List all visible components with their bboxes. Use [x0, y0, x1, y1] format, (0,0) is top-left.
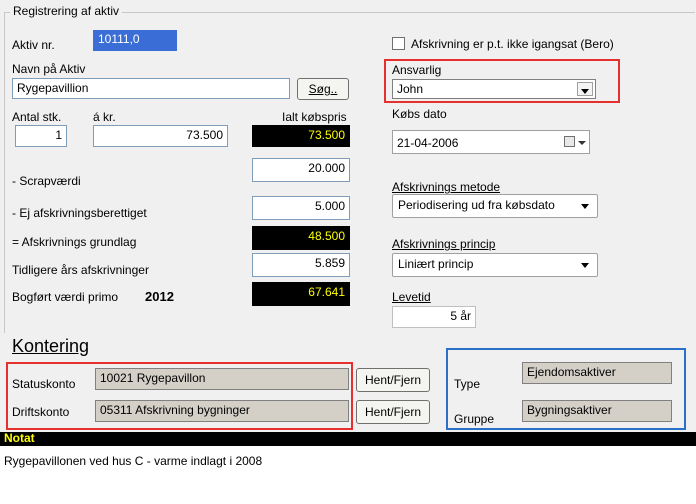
prior-depreciation-label: Tidligere års afskrivninger — [12, 263, 149, 277]
principle-select[interactable]: Liniært princip — [392, 253, 598, 277]
quantity-label: Antal stk. — [12, 110, 62, 124]
nondepreciable-field[interactable]: 5.000 — [252, 196, 350, 220]
note-header-label: Notat — [4, 431, 35, 445]
method-select[interactable]: Periodisering ud fra købsdato — [392, 194, 598, 218]
scrap-value-field[interactable]: 20.000 — [252, 158, 350, 182]
chevron-down-icon — [581, 204, 589, 209]
status-account-field: 10021 Rygepavillon — [95, 368, 349, 390]
purchase-date-value: 21-04-2006 — [397, 136, 459, 150]
bero-checkbox-label[interactable]: Afskrivning er p.t. ikke igangsat (Bero) — [411, 37, 614, 51]
fetch-operating-button[interactable]: Hent/Fjern — [356, 400, 430, 424]
principle-value: Liniært princip — [398, 257, 474, 271]
responsible-select[interactable]: John — [392, 79, 596, 99]
asset-number-label: Aktiv nr. — [12, 38, 55, 52]
method-label: Afskrivnings metode — [392, 180, 501, 194]
responsible-label: Ansvarlig — [392, 63, 442, 77]
operating-account-field: 05311 Afskrivning bygninger — [95, 400, 349, 422]
chevron-down-icon — [581, 263, 589, 268]
note-header: Notat — [0, 431, 696, 446]
prior-depreciation-field[interactable]: 5.859 — [252, 253, 350, 277]
group-field: Bygningsaktiver — [522, 400, 672, 422]
book-value-field: 67.641 — [252, 282, 350, 306]
purchase-date-picker[interactable]: 21-04-2006 — [392, 130, 590, 154]
search-button[interactable]: Søg.. — [297, 78, 349, 100]
purchase-date-label: Købs dato — [392, 107, 447, 121]
nondepreciable-label: - Ej afskrivningsberettiget — [12, 206, 147, 220]
status-account-label: Statuskonto — [12, 377, 76, 391]
responsible-value: John — [397, 82, 424, 96]
groupbox-title: Registrering af aktiv — [10, 4, 123, 18]
method-value: Periodisering ud fra købsdato — [398, 198, 555, 212]
unit-price-label: á kr. — [93, 110, 116, 124]
asset-name-field[interactable]: Rygepavillion — [12, 78, 290, 99]
calendar-icon[interactable] — [564, 136, 575, 147]
unit-price-field[interactable]: 73.500 — [93, 125, 228, 147]
total-price-field: 73.500 — [252, 125, 350, 147]
chevron-down-icon[interactable] — [578, 141, 586, 145]
note-textarea[interactable]: Rygepavillonen ved hus C - varme indlagt… — [0, 446, 696, 504]
principle-label: Afskrivnings princip — [392, 237, 496, 251]
book-value-label: Bogført værdi primo — [12, 290, 119, 304]
group-label: Gruppe — [454, 412, 495, 426]
quantity-field[interactable]: 1 — [15, 125, 67, 147]
depreciation-base-field: 48.500 — [252, 226, 350, 250]
operating-account-label: Driftskonto — [12, 405, 70, 419]
lifetime-field[interactable]: 5 år — [392, 306, 476, 328]
type-field: Ejendomsaktiver — [522, 362, 672, 384]
lifetime-label: Levetid — [392, 290, 431, 304]
kontering-title: Kontering — [12, 336, 90, 356]
bero-checkbox[interactable] — [392, 37, 405, 50]
total-price-label: Ialt købspris — [282, 110, 347, 124]
scrap-value-label: - Scrapværdi — [12, 174, 81, 188]
note-text: Rygepavillonen ved hus C - varme indlagt… — [4, 454, 263, 468]
asset-number-field[interactable]: 10111,0 — [93, 30, 177, 51]
asset-name-label: Navn på Aktiv — [12, 62, 86, 76]
type-label: Type — [454, 377, 481, 391]
fetch-status-button[interactable]: Hent/Fjern — [356, 368, 430, 392]
chevron-down-icon[interactable] — [577, 82, 593, 96]
depreciation-base-label: = Afskrivnings grundlag — [12, 235, 137, 249]
book-value-year: 2012 — [145, 289, 174, 304]
